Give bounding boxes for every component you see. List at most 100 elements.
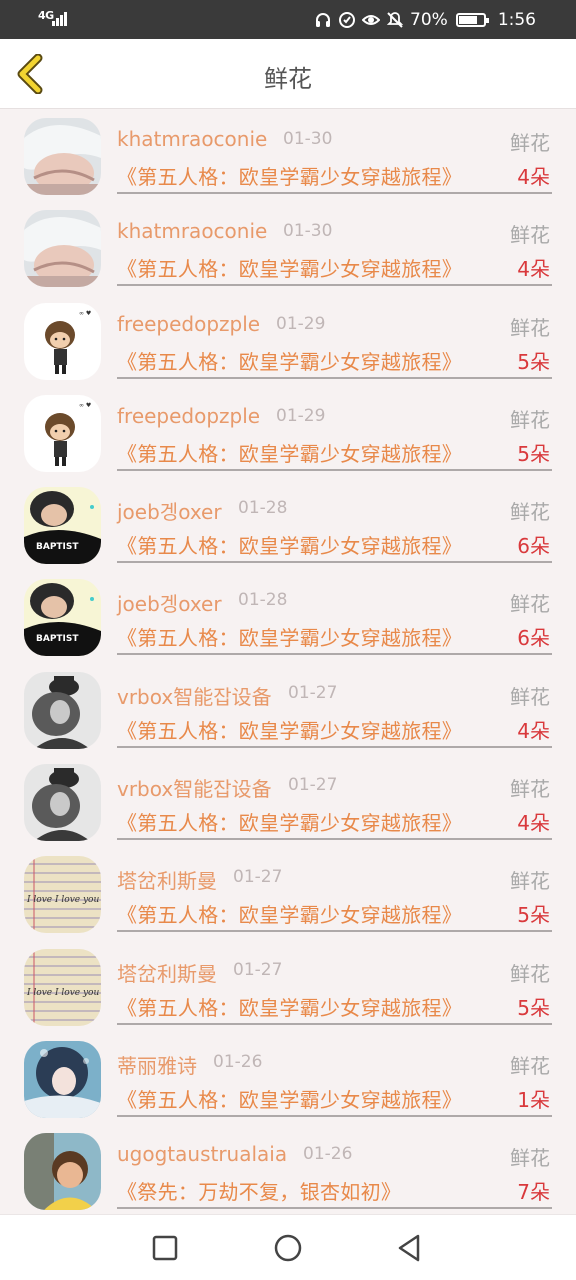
list-item[interactable]: 蒂丽雅诗 01-26 鲜花 《第五人格：欧皇学霸少女穿越旅程》 1朵 — [0, 1033, 576, 1125]
list-item[interactable]: ∞ ♥ freepedopzple 01-29 鲜花《第五人格：欧皇学霸少女穿越旅程》… — [0, 295, 576, 387]
user-avatar[interactable]: ∞ ♥ — [24, 302, 101, 380]
list-item[interactable]: ugogtaustrualaia 01-26 鲜花《祭先：万劫不复，银杏如初》 7朵 — [0, 1125, 576, 1214]
username[interactable]: 塔岔利斯曼 — [117, 958, 217, 987]
gift-date: 01-28 — [238, 590, 288, 611]
gift-type-label: 鲜花 — [510, 223, 550, 248]
row-divider — [117, 376, 552, 379]
user-avatar[interactable]: BAPTIST — [24, 487, 101, 565]
book-title-link[interactable]: 《第五人格：欧皇学霸少女穿越旅程》 — [117, 438, 462, 467]
user-avatar[interactable] — [24, 210, 101, 288]
book-title-link[interactable]: 《第五人格：欧皇学霸少女穿越旅程》 — [117, 253, 462, 282]
list-item[interactable]: ∞ ♥ freepedopzple 01-29 鲜花 《第五人格：欧皇学霸少女穿越旅程》… — [0, 387, 576, 479]
username[interactable]: 蒂丽雅诗 — [117, 1050, 197, 1079]
user-avatar[interactable]: BAPTIST — [24, 579, 101, 657]
gift-type-label: 鲜花 — [510, 1053, 550, 1078]
triangle-back-icon[interactable] — [394, 1233, 424, 1263]
row-divider — [117, 468, 552, 471]
book-title-link[interactable]: 《第五人格：欧皇学霸少女穿越旅程》 — [117, 622, 462, 651]
signal-icon — [52, 12, 68, 26]
flower-count: 5朵 — [517, 441, 550, 466]
book-title-link[interactable]: 《第五人格：欧皇学霸少女穿越旅程》 — [117, 807, 462, 836]
gift-type-label: 鲜花 — [510, 592, 550, 617]
flower-count: 5朵 — [517, 349, 550, 374]
gift-date: 01-27 — [288, 775, 338, 796]
gift-type-label: 鲜花 — [510, 500, 550, 525]
user-avatar[interactable] — [24, 1133, 101, 1211]
row-divider — [117, 653, 552, 656]
gift-type-label: 鲜花 — [510, 777, 550, 802]
user-avatar[interactable]: ∞ ♥ — [24, 394, 101, 472]
gift-date: 01-27 — [233, 959, 283, 980]
book-title-link[interactable]: 《祭先：万劫不复，银杏如初》 — [117, 1176, 401, 1205]
gift-date: 01-29 — [276, 313, 326, 334]
svg-text:BAPTIST: BAPTIST — [36, 634, 79, 644]
list-item[interactable]: vrbox智能잡设备 01-27 鲜花 《第五人格：欧皇学霸少女穿越旅程》 4朵 — [0, 664, 576, 756]
list-item[interactable]: khatmraoconie 01-30 鲜花 《第五人格：欧皇学霸少女穿越旅程》 4朵 — [0, 202, 576, 294]
username[interactable]: khatmraoconie — [117, 127, 267, 151]
mute-icon — [386, 12, 404, 28]
list-item[interactable]: BAPTIST joeb겡oxer 01-28 鲜花《第五人格：欧皇学霸少女穿越旅程》… — [0, 571, 576, 663]
flower-count: 7朵 — [517, 1180, 550, 1205]
gift-date: 01-30 — [283, 221, 333, 242]
row-divider — [117, 930, 552, 933]
row-divider — [117, 192, 552, 194]
flower-count: 5朵 — [517, 995, 550, 1020]
svg-text:∞ ♥: ∞ ♥ — [79, 402, 91, 409]
user-avatar[interactable]: I love I love you — [24, 856, 101, 934]
gift-type-label: 鲜花 — [510, 961, 550, 986]
book-title-link[interactable]: 《第五人格：欧皇学霸少女穿越旅程》 — [117, 899, 462, 928]
user-avatar[interactable] — [24, 671, 101, 749]
row-divider — [117, 745, 552, 748]
system-navigation-bar — [0, 1214, 576, 1280]
username[interactable]: vrbox智能잡设备 — [117, 773, 272, 802]
headset-icon — [316, 13, 331, 27]
username[interactable]: joeb겡oxer — [117, 588, 222, 617]
user-avatar[interactable] — [24, 118, 101, 195]
row-divider — [117, 838, 552, 841]
gift-date: 01-29 — [276, 405, 326, 426]
flower-gift-list[interactable]: khatmraoconie 01-30 鲜花 《第五人格：欧皇学霸少女穿越旅程》 4朵 k… — [0, 110, 576, 1214]
gift-type-label: 鲜花 — [510, 131, 550, 155]
user-avatar[interactable] — [24, 1040, 101, 1118]
svg-text:I love I love you: I love I love you — [26, 988, 99, 998]
list-item[interactable]: khatmraoconie 01-30 鲜花 《第五人格：欧皇学霸少女穿越旅程》 4朵 — [0, 110, 576, 202]
row-divider — [117, 1114, 552, 1117]
book-title-link[interactable]: 《第五人格：欧皇学霸少女穿越旅程》 — [117, 715, 462, 744]
gift-type-label: 鲜花 — [510, 1146, 550, 1171]
list-item[interactable]: vrbox智能잡设备 01-27 鲜花 《第五人格：欧皇学霸少女穿越旅程》 4朵 — [0, 756, 576, 848]
username[interactable]: freepedopzple — [117, 404, 260, 428]
book-title-link[interactable]: 《第五人格：欧皇学霸少女穿越旅程》 — [117, 530, 462, 559]
book-title-link[interactable]: 《第五人格：欧皇学霸少女穿越旅程》 — [117, 1084, 462, 1113]
gift-type-label: 鲜花 — [510, 315, 550, 340]
user-avatar[interactable] — [24, 764, 101, 842]
flower-count: 5朵 — [517, 903, 550, 928]
battery-percent: 70% — [410, 10, 448, 30]
user-avatar[interactable]: I love I love you — [24, 948, 101, 1026]
username[interactable]: khatmraoconie — [117, 219, 267, 243]
data-saver-icon — [339, 12, 356, 28]
gift-type-label: 鲜花 — [510, 684, 550, 709]
svg-text:∞ ♥: ∞ ♥ — [79, 310, 91, 317]
username[interactable]: 塔岔利斯曼 — [117, 865, 217, 894]
flower-count: 1朵 — [517, 1087, 550, 1112]
username[interactable]: ugogtaustrualaia — [117, 1142, 287, 1166]
username[interactable]: joeb겡oxer — [117, 496, 222, 525]
book-title-link[interactable]: 《第五人格：欧皇学霸少女穿越旅程》 — [117, 161, 462, 190]
eye-icon — [362, 15, 381, 25]
row-divider — [117, 561, 552, 564]
gift-date: 01-27 — [288, 682, 338, 703]
gift-date: 01-26 — [303, 1144, 353, 1165]
list-item[interactable]: BAPTIST joeb겡oxer 01-28 鲜花 《第五人格：欧皇学霸少女穿越旅程》… — [0, 479, 576, 571]
username[interactable]: vrbox智能잡设备 — [117, 681, 272, 710]
book-title-link[interactable]: 《第五人格：欧皇学霸少女穿越旅程》 — [117, 346, 462, 375]
row-divider — [117, 284, 552, 287]
square-icon[interactable] — [150, 1233, 180, 1263]
book-title-link[interactable]: 《第五人格：欧皇学霸少女穿越旅程》 — [117, 992, 462, 1021]
row-divider — [117, 1022, 552, 1025]
username[interactable]: freepedopzple — [117, 312, 260, 336]
flower-count: 6朵 — [517, 626, 550, 651]
gift-date: 01-27 — [233, 867, 283, 888]
circle-icon[interactable] — [273, 1233, 303, 1263]
list-item[interactable]: I love I love you 塔岔利斯曼 01-27 鲜花《第五人格：欧皇学霸少… — [0, 941, 576, 1033]
list-item[interactable]: I love I love you 塔岔利斯曼 01-27 鲜花 《第五人格：欧皇学霸少… — [0, 848, 576, 940]
